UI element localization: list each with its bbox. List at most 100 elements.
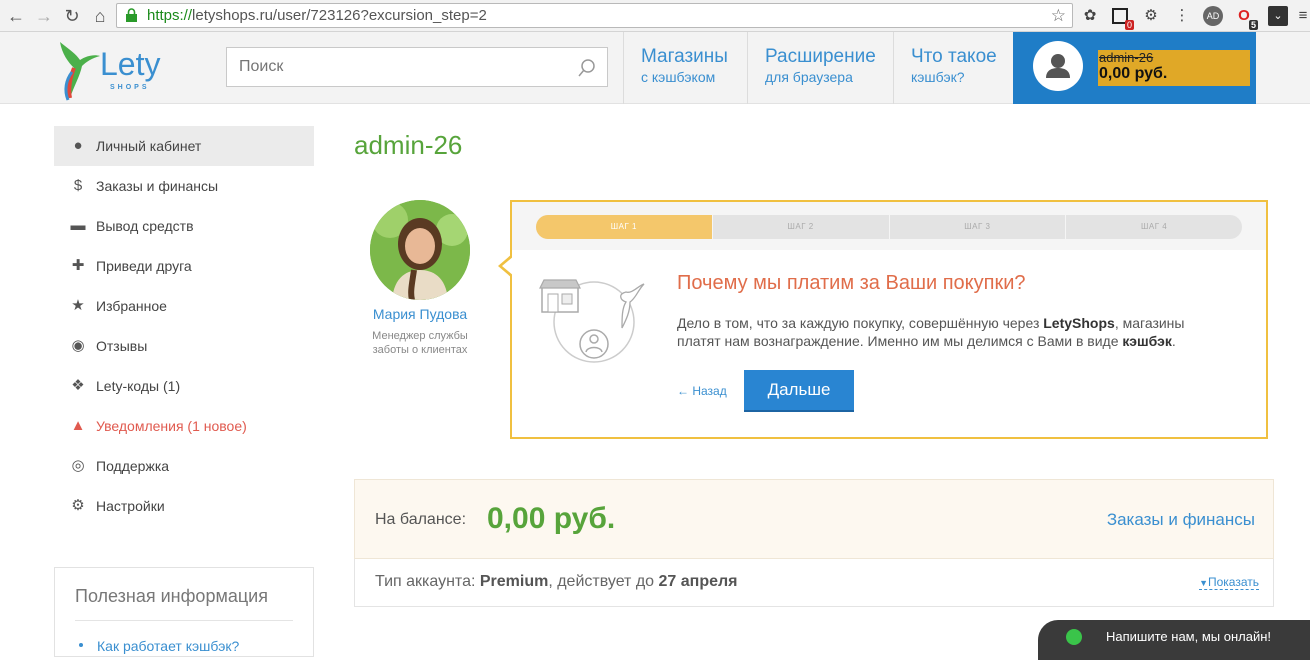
desc-term: кэшбэк bbox=[1122, 333, 1172, 349]
tags-icon: ❖ bbox=[71, 377, 85, 394]
sidebar: ● Личный кабинет $ Заказы и финансы ▬ Вывод… bbox=[54, 126, 314, 526]
nav-shops[interactable]: Магазины с кэшбэком bbox=[623, 32, 747, 104]
bullet-icon bbox=[79, 643, 83, 647]
extension-badge: 0 bbox=[1124, 20, 1134, 30]
account-username: admin-26 bbox=[1099, 50, 1154, 65]
menu-extension-icon[interactable]: ⌄ bbox=[1268, 6, 1288, 26]
browser-menu-icon[interactable]: ≡ bbox=[1293, 6, 1310, 26]
show-toggle[interactable]: ▼Показать bbox=[1199, 575, 1259, 590]
sidebar-item-lety-codes[interactable]: ❖ Lety-коды (1) bbox=[54, 366, 314, 406]
home-icon[interactable]: ⌂ bbox=[88, 4, 112, 28]
useful-info-title: Полезная информация bbox=[75, 586, 268, 606]
balance-value: 0,00 руб. bbox=[487, 502, 616, 535]
gear-icon: ⚙ bbox=[71, 497, 85, 514]
sidebar-item-cabinet[interactable]: ● Личный кабинет bbox=[54, 126, 314, 166]
nav-extension-sub: для браузера bbox=[765, 69, 853, 85]
useful-info-box: Полезная информация Как работает кэшбэк? bbox=[54, 567, 314, 657]
show-label: Показать bbox=[1207, 575, 1259, 589]
comments-icon: ◉ bbox=[71, 337, 85, 354]
bookmark-star-icon[interactable]: ☆ bbox=[1051, 4, 1066, 27]
forward-icon[interactable]: → bbox=[32, 4, 56, 28]
sidebar-item-label: Заказы и финансы bbox=[96, 178, 219, 194]
gear-extension-icon[interactable]: ⚙ bbox=[1141, 6, 1161, 26]
divider bbox=[75, 620, 293, 621]
paw-extension-icon[interactable]: ✿ bbox=[1080, 6, 1100, 26]
step-2[interactable]: ШАГ 2 bbox=[713, 215, 890, 239]
balance-label: На балансе: bbox=[375, 511, 467, 528]
desc-brand: LetyShops bbox=[1043, 315, 1115, 331]
credit-card-icon: ▬ bbox=[70, 217, 86, 234]
user-avatar-icon bbox=[1046, 54, 1070, 78]
orders-finance-link[interactable]: Заказы и финансы bbox=[1107, 510, 1255, 530]
cashback-cycle-illustration bbox=[539, 279, 645, 363]
acct-date: 27 апреля bbox=[658, 573, 738, 590]
acct-prefix: Тип аккаунта: bbox=[375, 573, 480, 590]
address-bar[interactable]: https://letyshops.ru/user/723126?excursi… bbox=[116, 3, 1073, 28]
search-icon[interactable] bbox=[577, 58, 597, 78]
logo-subtext: SHOPS bbox=[110, 84, 150, 91]
account-type-row: Тип аккаунта: Premium, действует до 27 а… bbox=[354, 559, 1274, 607]
logo-text: Lety bbox=[100, 46, 161, 82]
chat-bubble-icon bbox=[1066, 629, 1082, 645]
add-user-icon: ✚ bbox=[71, 257, 85, 274]
opera-badge: 5 bbox=[1248, 20, 1258, 30]
browser-toolbar: ← → ↻ ⌂ https://letyshops.ru/user/723126… bbox=[0, 0, 1310, 32]
nav-cashback-title: Что такое bbox=[911, 46, 997, 67]
sidebar-item-favorites[interactable]: ★ Избранное bbox=[54, 286, 314, 326]
sidebar-item-label: Отзывы bbox=[96, 338, 148, 354]
sidebar-item-orders[interactable]: $ Заказы и финансы bbox=[54, 166, 314, 206]
url-scheme: https:// bbox=[147, 7, 193, 24]
bell-icon: ▲ bbox=[70, 417, 86, 434]
back-icon[interactable]: ← bbox=[4, 4, 28, 28]
extension-icon[interactable]: 0 bbox=[1110, 6, 1134, 30]
page-title: admin-26 bbox=[354, 130, 463, 160]
chat-label: Напишите нам, мы онлайн! bbox=[1106, 629, 1272, 644]
sidebar-item-withdraw[interactable]: ▬ Вывод средств bbox=[54, 206, 314, 246]
user-icon: ● bbox=[73, 137, 83, 154]
step-4[interactable]: ШАГ 4 bbox=[1066, 215, 1242, 239]
acct-type: Premium bbox=[479, 573, 549, 590]
manager-role: Менеджер службы заботы о клиентах bbox=[372, 330, 468, 356]
sidebar-item-label: Настройки bbox=[96, 498, 165, 514]
letyshops-logo[interactable]: Lety SHOPS bbox=[52, 36, 172, 106]
url-path: letyshops.ru/user/723126?excursion_step=… bbox=[192, 7, 487, 24]
steps-bar: ШАГ 1 ШАГ 2 ШАГ 3 ШАГ 4 bbox=[512, 202, 1266, 250]
nav-extension-title: Расширение bbox=[765, 46, 876, 67]
chat-widget[interactable]: Напишите нам, мы онлайн! bbox=[1038, 620, 1310, 660]
opera-icon[interactable]: O 5 bbox=[1234, 6, 1258, 30]
manager-portrait bbox=[370, 200, 470, 300]
sidebar-item-referral[interactable]: ✚ Приведи друга bbox=[54, 246, 314, 286]
caret-down-icon: ▼ bbox=[1199, 578, 1208, 588]
nav-cashback-sub: кэшбэк? bbox=[911, 69, 965, 85]
step-3[interactable]: ШАГ 3 bbox=[890, 215, 1067, 239]
sidebar-item-settings[interactable]: ⚙ Настройки bbox=[54, 486, 314, 526]
manager-name[interactable]: Мария Пудова bbox=[356, 306, 484, 322]
sidebar-item-label: Поддержка bbox=[96, 458, 170, 474]
hummingbird-icon bbox=[60, 42, 100, 101]
lifebuoy-icon: ◎ bbox=[71, 457, 85, 474]
sidebar-item-reviews[interactable]: ◉ Отзывы bbox=[54, 326, 314, 366]
balance-panel: На балансе: 0,00 руб. Заказы и финансы bbox=[354, 479, 1274, 559]
search-input[interactable] bbox=[227, 48, 567, 86]
nav-extension[interactable]: Расширение для браузера bbox=[747, 32, 893, 104]
speech-tail-inner bbox=[502, 256, 514, 276]
sidebar-item-label: Личный кабинет bbox=[96, 138, 202, 154]
back-link[interactable]: ← Назад bbox=[677, 384, 727, 398]
dots-extension-icon[interactable]: ⋮ bbox=[1172, 6, 1192, 26]
sidebar-item-label: Уведомления (1 новое) bbox=[96, 418, 247, 434]
dollar-icon: $ bbox=[73, 177, 83, 194]
reload-icon[interactable]: ↻ bbox=[60, 4, 84, 28]
desc-end: . bbox=[1171, 333, 1176, 349]
next-button[interactable]: Дальше bbox=[744, 370, 854, 412]
sidebar-item-notifications[interactable]: ▲ Уведомления (1 новое) bbox=[54, 406, 314, 446]
acct-middle: , действует до bbox=[548, 573, 659, 590]
step-1[interactable]: ШАГ 1 bbox=[536, 215, 713, 239]
account-type-text: Тип аккаунта: Premium, действует до 27 а… bbox=[375, 573, 738, 591]
account-panel[interactable]: admin-26 0,00 руб. bbox=[1013, 32, 1256, 104]
nav-cashback[interactable]: Что такое кэшбэк? bbox=[893, 32, 1013, 104]
excursion-heading: Почему мы платим за Ваши покупки? bbox=[677, 272, 1026, 294]
sidebar-item-support[interactable]: ◎ Поддержка bbox=[54, 446, 314, 486]
nav-shops-sub: с кэшбэком bbox=[641, 69, 716, 85]
adblock-icon[interactable]: AD bbox=[1203, 6, 1223, 26]
how-cashback-works-link[interactable]: Как работает кэшбэк? bbox=[97, 638, 239, 654]
